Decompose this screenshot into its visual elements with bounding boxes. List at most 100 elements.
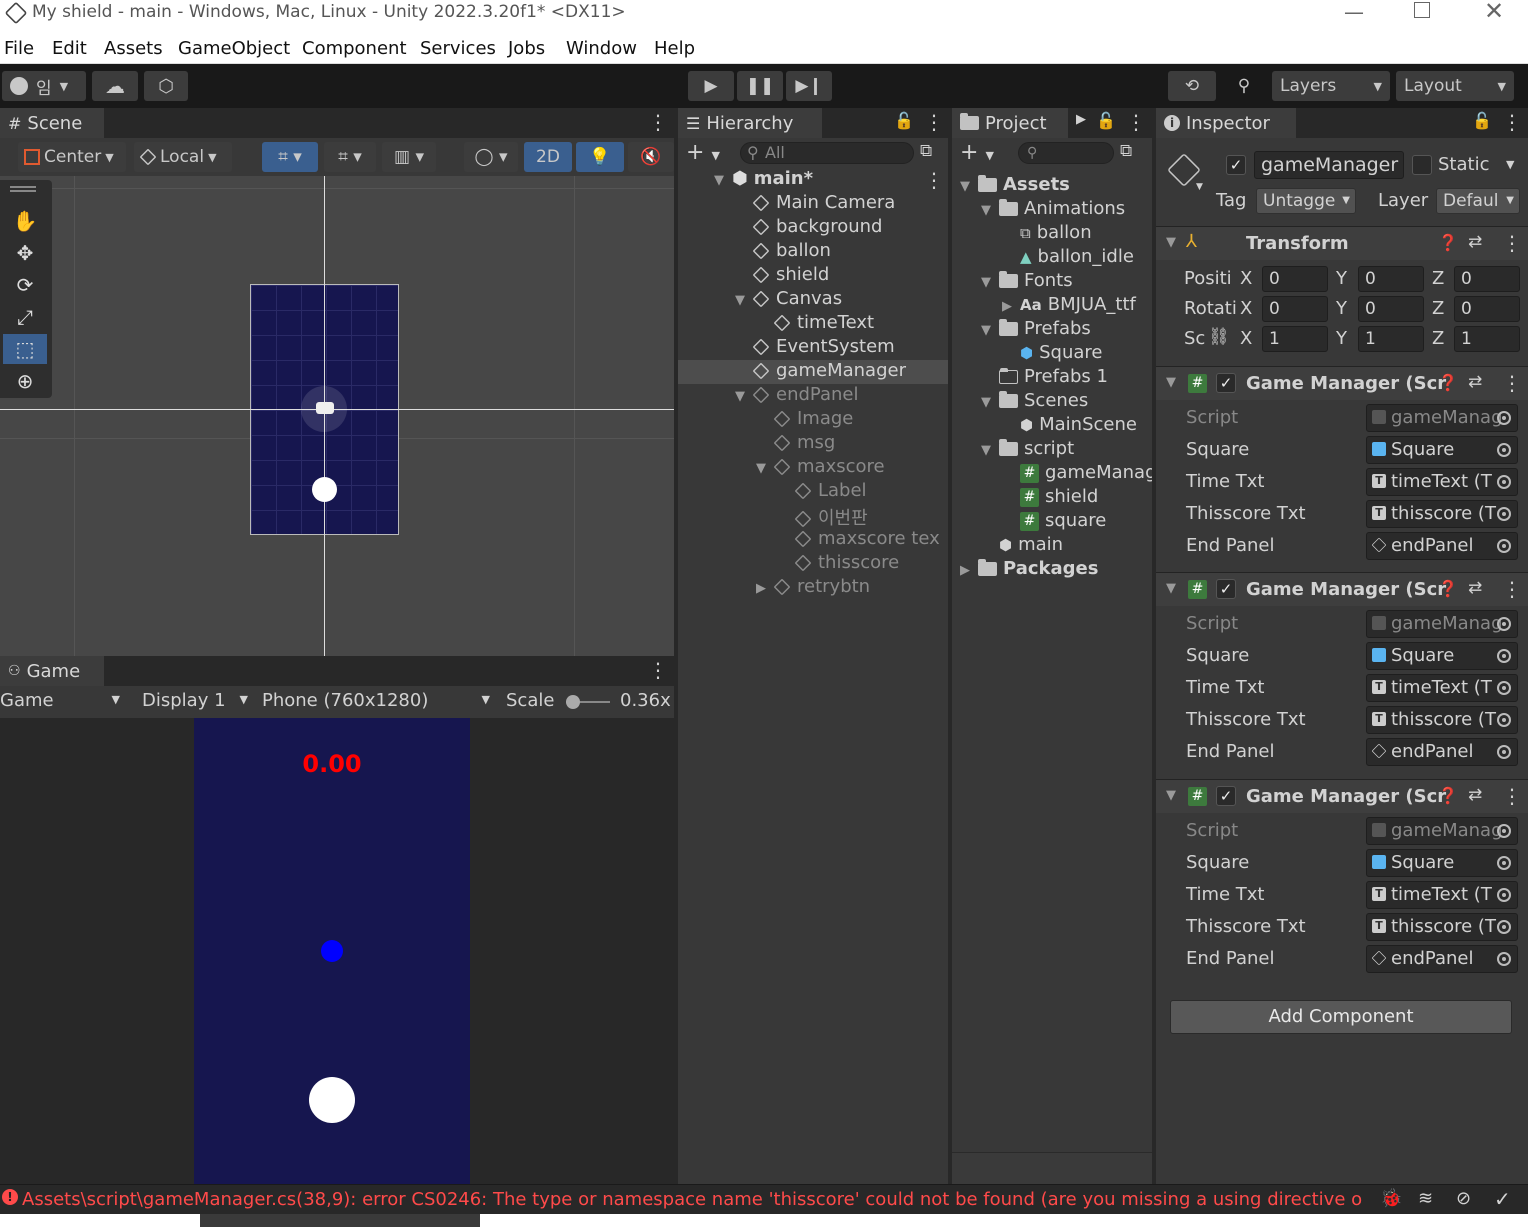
search-button[interactable]: ⚲ <box>1222 71 1266 101</box>
help-icon[interactable]: ❓ <box>1438 579 1458 598</box>
expand-arrow-icon[interactable]: ▼ <box>981 395 999 410</box>
ruler-button[interactable]: ▥ ▾ <box>382 142 436 172</box>
hierarchy-menu-icon[interactable]: ⋮ <box>924 110 944 134</box>
2d-toggle[interactable]: 2D <box>524 142 572 172</box>
position-z-field[interactable]: 0 <box>1454 266 1520 292</box>
collapse-arrow-icon[interactable]: ▶ <box>960 563 978 578</box>
lock-icon[interactable]: 🔓 <box>894 111 914 130</box>
active-checkbox[interactable]: ✓ <box>1226 155 1246 175</box>
hierarchy-item[interactable]: gameManager <box>678 360 948 384</box>
menu-item-edit[interactable]: Edit <box>52 38 87 59</box>
add-component-button[interactable]: Add Component <box>1170 1000 1512 1034</box>
project-item[interactable]: ▶ Packages <box>952 558 1152 582</box>
rotation-x-field[interactable]: 0 <box>1262 296 1328 322</box>
rotation-z-field[interactable]: 0 <box>1454 296 1520 322</box>
rotate-tool-icon[interactable]: ⟳ <box>3 270 47 300</box>
object-name-field[interactable]: gameManager <box>1254 151 1404 179</box>
tab-inspector[interactable]: i Inspector <box>1156 108 1296 138</box>
fold-arrow-icon[interactable]: ▼ <box>1166 581 1176 596</box>
project-search-input[interactable]: ⚲ <box>1018 142 1114 164</box>
pause-button[interactable]: ❚❚ <box>737 71 783 101</box>
menu-item-gameobject[interactable]: GameObject <box>178 38 290 59</box>
transform-tool-icon[interactable]: ⊕ <box>3 366 47 396</box>
object-picker-icon[interactable] <box>1497 539 1511 553</box>
create-button[interactable]: + ▼ <box>686 140 720 165</box>
help-icon[interactable]: ❓ <box>1438 786 1458 805</box>
scale-x-field[interactable]: 1 <box>1262 326 1328 352</box>
minimize-button[interactable]: — <box>1344 0 1364 24</box>
game-manager-component-header[interactable]: ▼ # ✓ Game Manager (Scr ❓ ⇄ ⋮ <box>1156 572 1528 606</box>
scale-slider-handle[interactable] <box>566 695 580 709</box>
object-field-thisscore-txt[interactable]: Tthisscore (T <box>1366 706 1518 734</box>
object-picker-icon[interactable] <box>1497 649 1511 663</box>
hierarchy-item[interactable]: Label <box>678 480 948 504</box>
menu-item-help[interactable]: Help <box>654 38 695 59</box>
component-enabled-checkbox[interactable]: ✓ <box>1216 373 1236 393</box>
object-field-time-txt[interactable]: TtimeText (T <box>1366 674 1518 702</box>
ballon-sprite[interactable] <box>312 477 337 502</box>
layers-dropdown[interactable]: Layers ▼ <box>1272 71 1390 101</box>
menu-item-component[interactable]: Component <box>302 38 407 59</box>
rect-tool-icon[interactable]: ⬚ <box>3 334 47 364</box>
game-manager-component-header[interactable]: ▼ # ✓ Game Manager (Scr ❓ ⇄ ⋮ <box>1156 366 1528 400</box>
step-button[interactable]: ▶❙ <box>786 71 832 101</box>
object-field-square[interactable]: Square <box>1366 436 1518 464</box>
expand-arrow-icon[interactable]: ▼ <box>981 443 999 458</box>
component-menu-icon[interactable]: ⋮ <box>1502 784 1522 808</box>
chevron-down-icon[interactable]: ▼ <box>1506 158 1514 171</box>
drag-handle[interactable] <box>10 186 36 192</box>
audio-toggle[interactable]: 🔇 <box>628 142 674 172</box>
scene-menu-icon[interactable]: ⋮ <box>924 168 944 192</box>
display-dropdown[interactable]: Display 1 ▼ <box>142 690 252 711</box>
object-field-thisscore-txt[interactable]: Tthisscore (T <box>1366 500 1518 528</box>
expand-arrow-icon[interactable]: ▼ <box>735 389 753 404</box>
project-item[interactable]: # shield <box>952 486 1152 510</box>
hierarchy-item[interactable]: ▼ maxscore <box>678 456 948 480</box>
transform-header[interactable]: ▼ ⅄ Transform ❓ ⇄ ⋮ <box>1156 226 1528 260</box>
account-button[interactable]: 임 ▼ <box>2 71 86 101</box>
object-field-script[interactable]: gameManag <box>1366 610 1518 638</box>
project-item[interactable]: ▶ Aa BMJUA_ttf <box>952 294 1152 318</box>
help-icon[interactable]: ❓ <box>1438 373 1458 392</box>
expand-arrow-icon[interactable]: ▼ <box>735 293 753 308</box>
project-item[interactable]: ▼ Scenes <box>952 390 1152 414</box>
tab-game[interactable]: ⚇ Game <box>0 656 104 686</box>
tab-scene[interactable]: # Scene <box>0 108 104 138</box>
move-tool-icon[interactable]: ✥ <box>3 238 47 268</box>
history-button[interactable]: ⟲ <box>1168 71 1216 101</box>
project-item[interactable]: # square <box>952 510 1152 534</box>
component-enabled-checkbox[interactable]: ✓ <box>1216 786 1236 806</box>
hierarchy-item[interactable]: thisscore <box>678 552 948 576</box>
object-picker-icon[interactable] <box>1497 507 1511 521</box>
object-field-square[interactable]: Square <box>1366 849 1518 877</box>
project-item[interactable]: ▼ Fonts <box>952 270 1152 294</box>
project-item[interactable]: ⬢ main <box>952 534 1152 558</box>
expand-arrow-icon[interactable]: ▼ <box>981 203 999 218</box>
object-picker-icon[interactable] <box>1497 824 1511 838</box>
object-picker-icon[interactable] <box>1497 617 1511 631</box>
project-item[interactable]: ▼ Prefabs <box>952 318 1152 342</box>
fold-arrow-icon[interactable]: ▼ <box>1166 788 1176 803</box>
resolution-dropdown[interactable]: Phone (760x1280) ▼ <box>262 690 494 711</box>
object-field-script[interactable]: gameManag <box>1366 404 1518 432</box>
snap-increment-button[interactable]: ⌗ ▾ <box>324 142 376 172</box>
hierarchy-item[interactable]: Main Camera <box>678 192 948 216</box>
object-picker-icon[interactable] <box>1497 952 1511 966</box>
hierarchy-item[interactable]: timeText <box>678 312 948 336</box>
grid-snap-button[interactable]: ⌗ ▾ <box>262 142 318 172</box>
pivot-dropdown[interactable]: Center ▼ <box>18 142 126 172</box>
hand-tool-icon[interactable]: ✋ <box>3 206 47 236</box>
object-field-end-panel[interactable]: endPanel <box>1366 532 1518 560</box>
expand-arrow-icon[interactable]: ▼ <box>981 323 999 338</box>
project-item[interactable]: ⬢ Square <box>952 342 1152 366</box>
object-picker-icon[interactable] <box>1497 713 1511 727</box>
object-field-time-txt[interactable]: TtimeText (T <box>1366 468 1518 496</box>
project-item[interactable]: ⧉ ballon <box>952 222 1152 246</box>
preset-icon[interactable]: ⇄ <box>1468 578 1482 598</box>
tag-dropdown[interactable]: Untagge ▼ <box>1256 188 1356 214</box>
object-picker-icon[interactable] <box>1497 443 1511 457</box>
object-picker-icon[interactable] <box>1497 745 1511 759</box>
hierarchy-item[interactable]: background <box>678 216 948 240</box>
game-view-dropdown[interactable]: Game ▼ <box>0 690 124 711</box>
expand-arrow-icon[interactable]: ▼ <box>714 173 732 188</box>
